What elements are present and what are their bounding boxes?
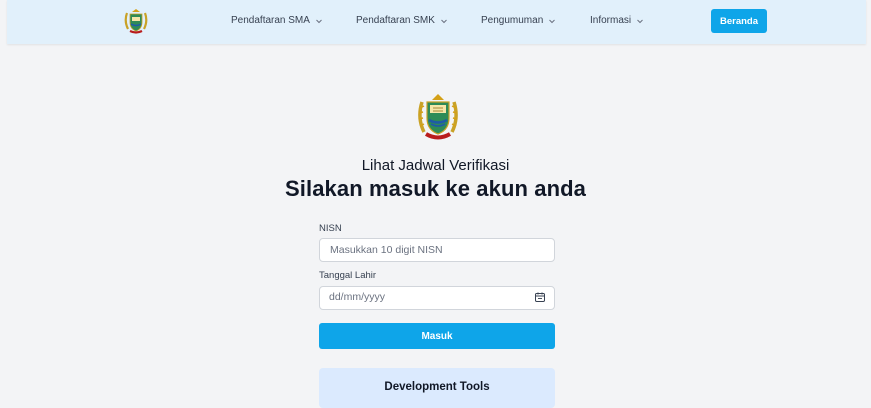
page-title: Silakan masuk ke akun anda [285,176,586,201]
nav-pendaftaran-sma-label: Pendaftaran SMA [231,15,310,26]
chevron-down-icon [316,19,322,23]
chevron-down-icon [637,19,643,23]
development-tools-panel: Development Tools [319,368,555,408]
nisn-label: NISN [319,223,342,234]
top-navbar: Pendaftaran SMA Pendaftaran SMK Pengumum… [7,0,866,44]
nav-informasi-label: Informasi [590,15,632,26]
nav-pendaftaran-sma[interactable]: Pendaftaran SMA [231,15,323,26]
development-tools-title: Development Tools [384,381,490,393]
calendar-icon[interactable] [534,291,546,303]
page-subtitle: Lihat Jadwal Verifikasi [361,157,510,174]
nav-pendaftaran-smk[interactable]: Pendaftaran SMK [356,15,448,26]
nav-informasi[interactable]: Informasi [590,15,644,26]
provincial-emblem-icon[interactable] [123,7,149,35]
nav-pendaftaran-smk-label: Pendaftaran SMK [356,15,435,26]
provincial-emblem-icon [418,94,458,140]
beranda-button[interactable]: Beranda [711,9,767,33]
nav-pengumuman-label: Pengumuman [481,15,544,26]
nisn-input[interactable] [319,238,555,262]
masuk-button[interactable]: Masuk [319,323,555,349]
chevron-down-icon [549,19,556,23]
nav-pengumuman[interactable]: Pengumuman [481,15,556,26]
dob-date-input[interactable] [319,286,555,310]
chevron-down-icon [441,19,447,23]
dob-label: Tanggal Lahir [319,270,377,281]
